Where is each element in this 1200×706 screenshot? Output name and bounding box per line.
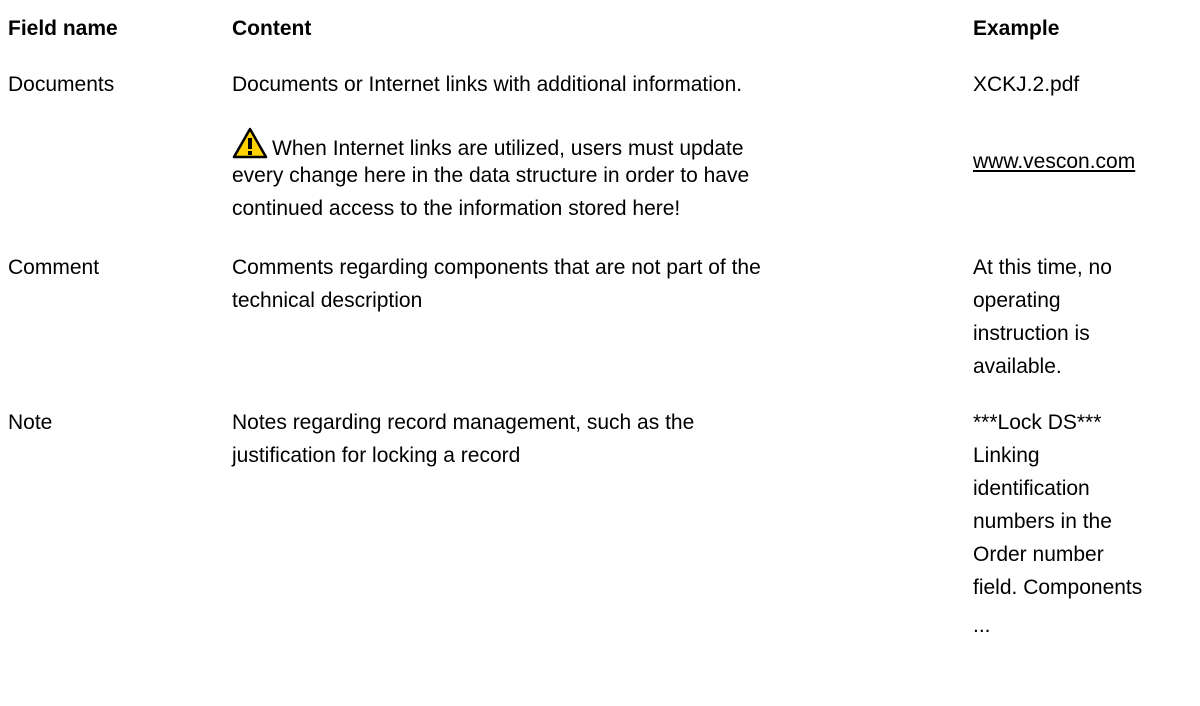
note-example-line: ... bbox=[973, 614, 991, 637]
field-note: Note bbox=[8, 411, 53, 434]
header-content: Content bbox=[232, 17, 312, 40]
header-field-name: Field name bbox=[8, 17, 118, 40]
documents-example-file: XCKJ.2.pdf bbox=[973, 73, 1080, 96]
note-example-line: Order number bbox=[973, 543, 1104, 566]
note-example-line: field. Components bbox=[973, 576, 1143, 599]
comment-content-line: Comments regarding components that are n… bbox=[232, 256, 761, 279]
documents-example-link[interactable]: www.vescon.com bbox=[973, 146, 1135, 177]
note-example-line: identification bbox=[973, 477, 1090, 500]
header-example: Example bbox=[973, 17, 1060, 40]
note-content-line: Notes regarding record management, such … bbox=[232, 411, 695, 434]
field-documents: Documents bbox=[8, 73, 115, 96]
documents-content-line: Documents or Internet links with additio… bbox=[232, 73, 743, 96]
warning-text-line: every change here in the data structure … bbox=[232, 164, 750, 187]
comment-content-line: technical description bbox=[232, 289, 423, 312]
note-example-line: numbers in the bbox=[973, 510, 1112, 533]
comment-example-line: available. bbox=[973, 355, 1062, 378]
comment-example-line: At this time, no bbox=[973, 256, 1112, 279]
field-comment: Comment bbox=[8, 256, 100, 279]
warning-triangle-icon bbox=[232, 127, 268, 159]
documents-warning-line: When Internet links are utilized, users … bbox=[232, 127, 744, 164]
note-content-line: justification for locking a record bbox=[232, 444, 521, 467]
note-example-line: ***Lock DS*** bbox=[973, 411, 1102, 434]
warning-text-line: continued access to the information stor… bbox=[232, 197, 681, 220]
comment-example-line: instruction is bbox=[973, 322, 1090, 345]
warning-text-line: When Internet links are utilized, users … bbox=[272, 137, 744, 160]
note-example-line: Linking bbox=[973, 444, 1040, 467]
comment-example-line: operating bbox=[973, 289, 1061, 312]
